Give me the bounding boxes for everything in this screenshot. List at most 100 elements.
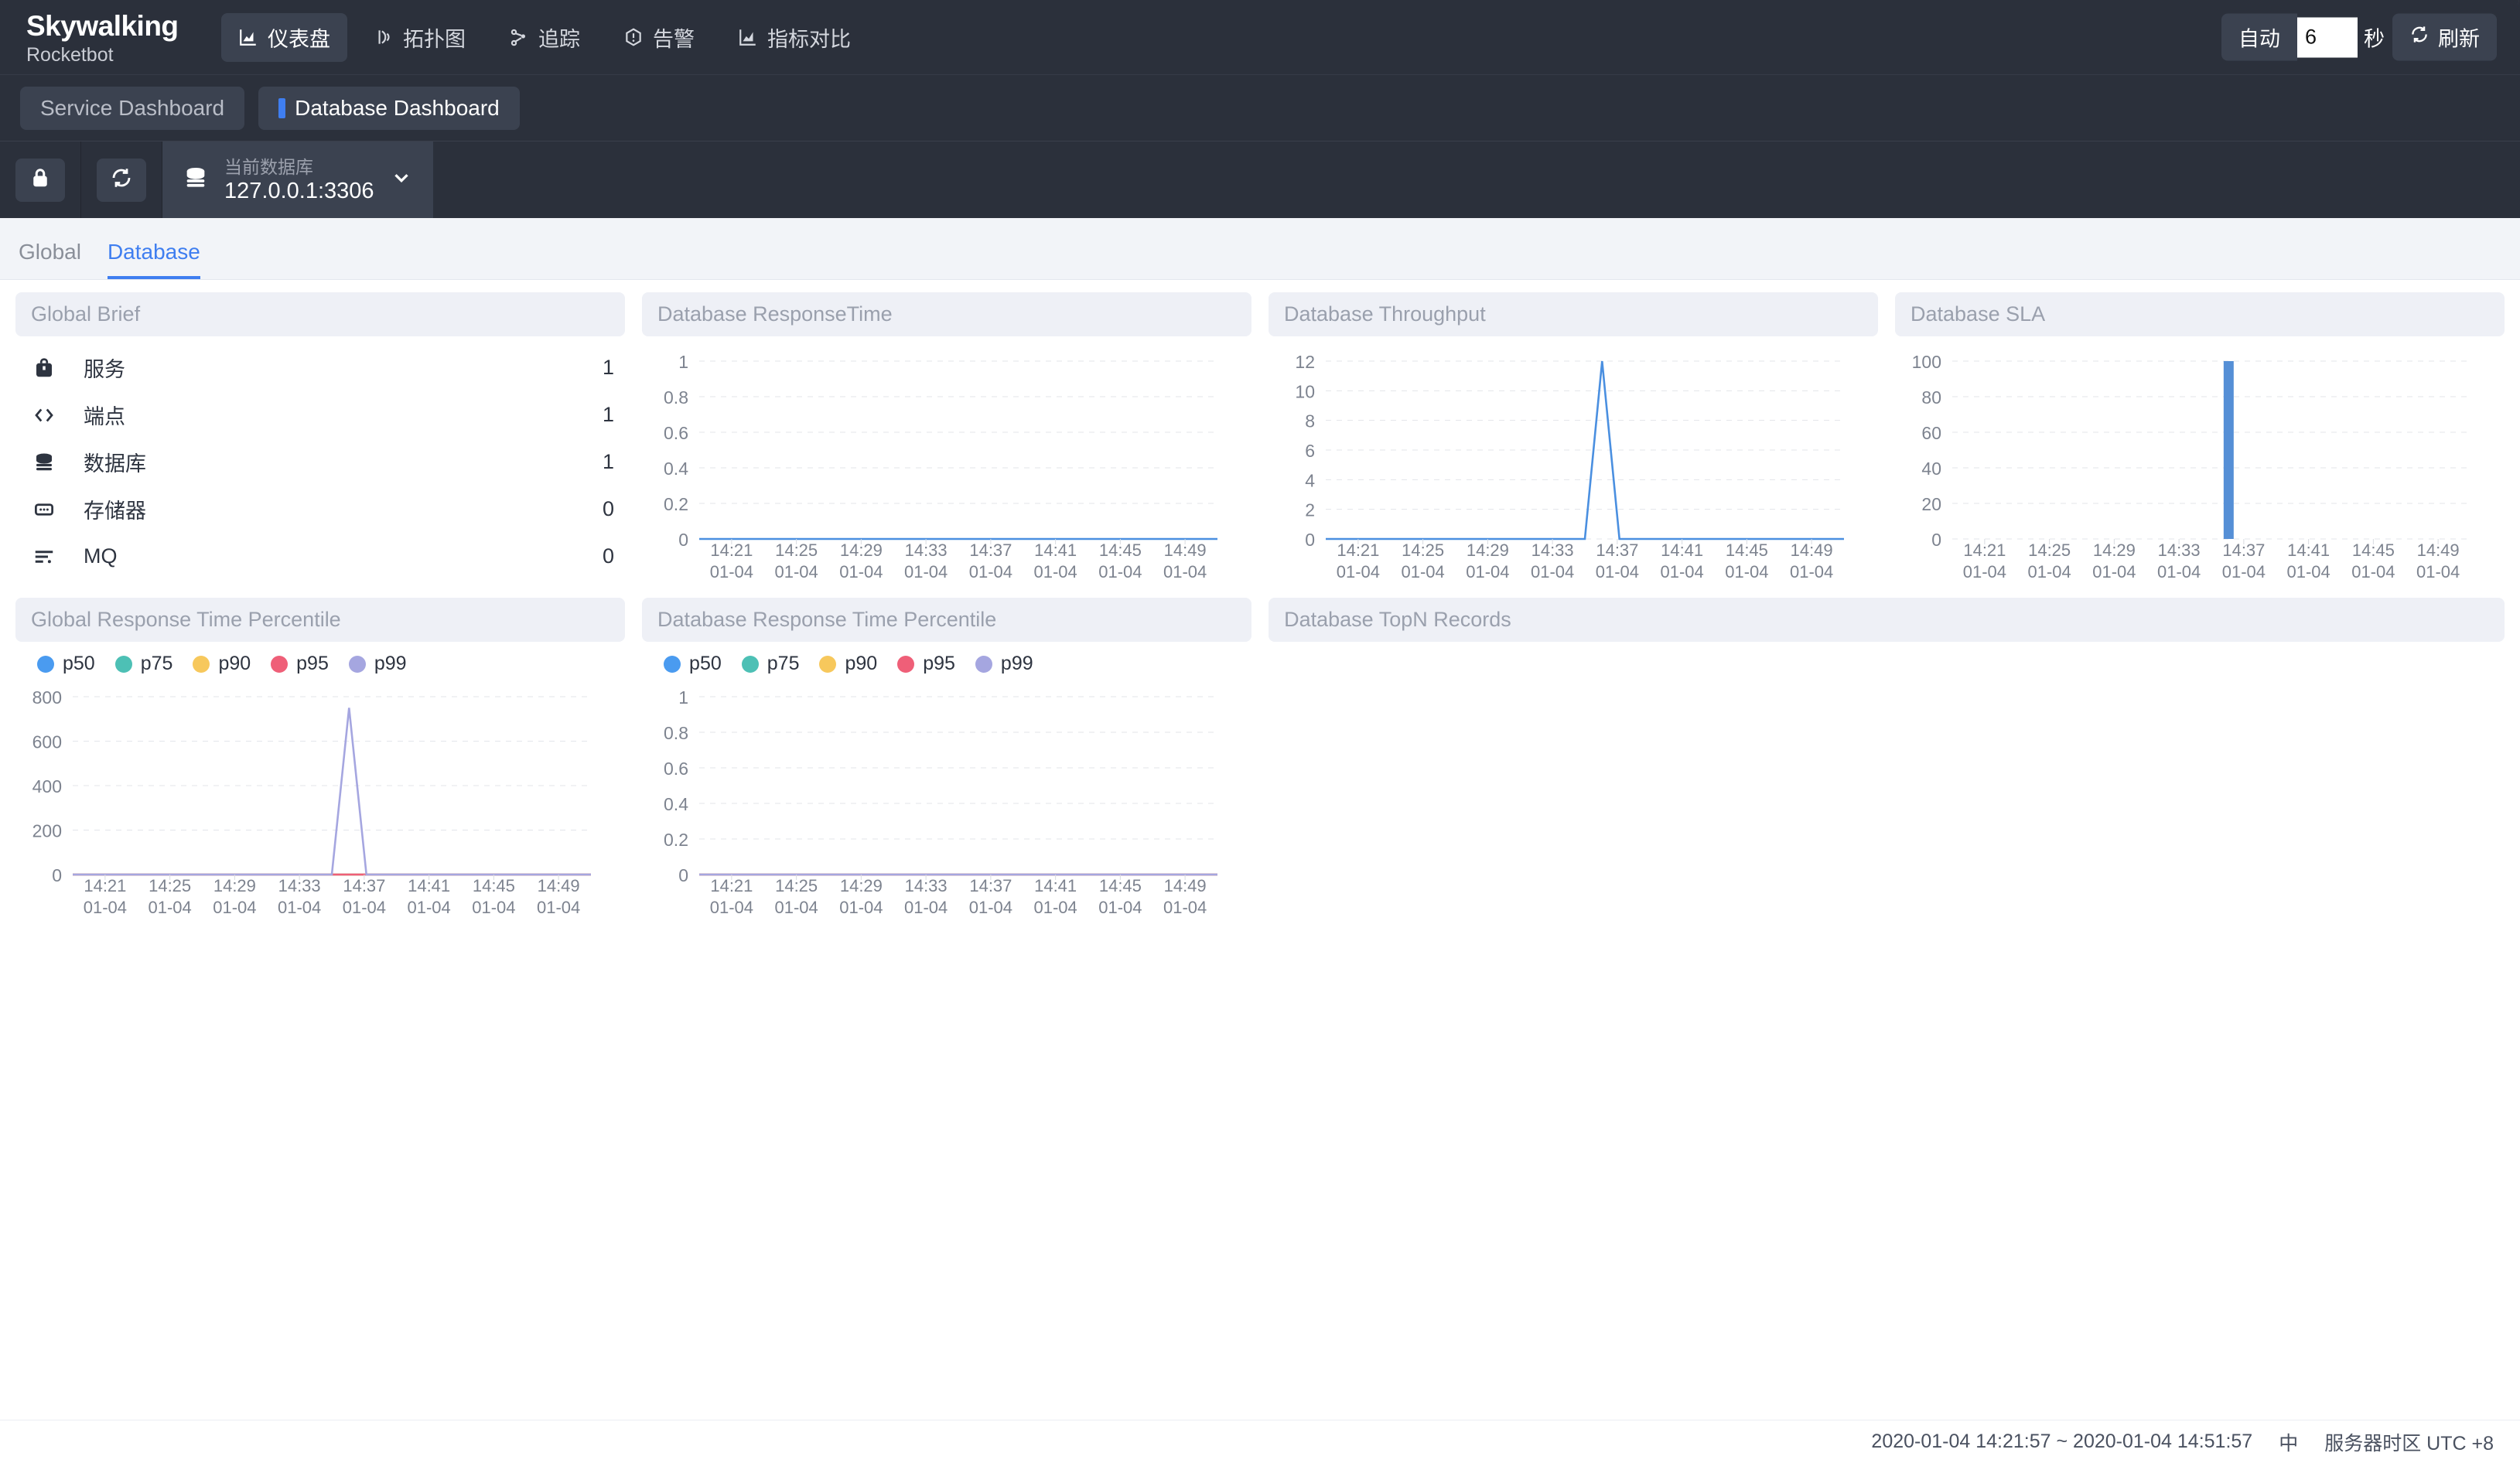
svg-text:01-04: 01-04	[1034, 898, 1077, 917]
chart-canvas: 020040060080014:2101-0414:2501-0414:2901…	[15, 680, 603, 922]
svg-text:01-04: 01-04	[1963, 562, 2006, 581]
nav-label: 指标对比	[767, 22, 851, 53]
svg-text:14:49: 14:49	[1791, 541, 1833, 560]
svg-text:14:29: 14:29	[2093, 541, 2136, 560]
legend-item-p95[interactable]: p95	[897, 653, 955, 675]
list-item-label: MQ	[84, 544, 118, 568]
svg-text:14:45: 14:45	[1726, 541, 1768, 560]
database-selector[interactable]: 当前数据库 127.0.0.1:3306	[162, 142, 433, 218]
legend-item-p90[interactable]: p90	[819, 653, 877, 675]
reload-cell	[81, 142, 162, 218]
svg-text:200: 200	[32, 821, 62, 841]
dashboard-tab-database[interactable]: Database Dashboard	[258, 87, 520, 130]
list-item[interactable]: 存储器 0	[15, 486, 625, 533]
legend-item-p75[interactable]: p75	[742, 653, 800, 675]
tab-database[interactable]: Database	[108, 239, 200, 279]
chart-database-responsetime[interactable]: 00.20.40.60.8114:2101-0414:2501-0414:290…	[642, 336, 1251, 587]
svg-text:4: 4	[1305, 470, 1315, 490]
svg-text:40: 40	[1921, 459, 1941, 479]
dashboard-tab-service[interactable]: Service Dashboard	[20, 87, 244, 130]
chart-database-sla[interactable]: 02040608010014:2101-0414:2501-0414:2901-…	[1895, 336, 2505, 587]
database-selector-value: 127.0.0.1:3306	[224, 178, 374, 204]
svg-text:01-04: 01-04	[904, 898, 948, 917]
svg-text:01-04: 01-04	[775, 898, 818, 917]
svg-text:0: 0	[1305, 530, 1315, 550]
legend-item-p90[interactable]: p90	[193, 653, 251, 675]
legend-item-p99[interactable]: p99	[349, 653, 407, 675]
nav-label: 仪表盘	[268, 22, 330, 53]
auto-button[interactable]: 自动	[2221, 14, 2297, 61]
svg-text:14:33: 14:33	[278, 876, 321, 895]
svg-text:14:25: 14:25	[2028, 541, 2071, 560]
nav-item-dashboard[interactable]: 仪表盘	[221, 13, 347, 62]
svg-text:01-04: 01-04	[969, 898, 1012, 917]
seconds-unit-label: 秒	[2364, 22, 2385, 53]
nav-item-topology[interactable]: 拓扑图	[357, 13, 483, 62]
nav-item-compare[interactable]: 指标对比	[721, 13, 868, 62]
nav-item-trace[interactable]: 追踪	[492, 13, 597, 62]
svg-text:14:49: 14:49	[1164, 541, 1207, 560]
brand-subtitle: Rocketbot	[26, 43, 192, 66]
legend-dot-icon	[349, 656, 366, 673]
legend-dot-icon	[897, 656, 914, 673]
language-toggle[interactable]: 中	[2279, 1428, 2298, 1456]
list-item-label: 端点	[84, 400, 125, 430]
svg-text:01-04: 01-04	[407, 898, 450, 917]
list-item-value: 0	[603, 544, 614, 568]
svg-text:01-04: 01-04	[839, 898, 883, 917]
reload-button[interactable]	[97, 159, 146, 202]
legend-item-p50[interactable]: p50	[664, 653, 722, 675]
svg-text:10: 10	[1295, 381, 1315, 401]
svg-text:14:49: 14:49	[2417, 541, 2460, 560]
chart-database-throughput[interactable]: 02468101214:2101-0414:2501-0414:2901-041…	[1269, 336, 1878, 587]
svg-text:14:25: 14:25	[775, 876, 818, 895]
tab-global[interactable]: Global	[19, 239, 81, 279]
chevron-down-icon[interactable]	[390, 166, 413, 193]
svg-text:01-04: 01-04	[1725, 562, 1768, 581]
panel-title: Database TopN Records	[1269, 598, 2505, 642]
auto-refresh-controls: 自动 秒 刷新	[2221, 14, 2497, 61]
panel-global-brief: Global Brief 服务 1 端点 1	[15, 292, 625, 587]
chart-canvas: 00.20.40.60.8114:2101-0414:2501-0414:290…	[642, 344, 1230, 587]
active-indicator-icon	[278, 98, 285, 118]
svg-text:01-04: 01-04	[904, 562, 948, 581]
chart-database-response-percentile[interactable]: 00.20.40.60.8114:2101-0414:2501-0414:290…	[642, 680, 1251, 922]
refresh-label: 刷新	[2438, 22, 2480, 53]
svg-text:14:25: 14:25	[775, 541, 818, 560]
svg-text:14:45: 14:45	[1099, 541, 1142, 560]
legend-dot-icon	[975, 656, 992, 673]
lock-button[interactable]	[15, 159, 65, 202]
legend-item-p95[interactable]: p95	[271, 653, 329, 675]
time-range-label: 2020-01-04 14:21:57 ~ 2020-01-04 14:51:5…	[1871, 1431, 2252, 1453]
svg-text:14:25: 14:25	[1402, 541, 1444, 560]
legend-dot-icon	[819, 656, 836, 673]
legend-item-p99[interactable]: p99	[975, 653, 1033, 675]
panel-title: Database ResponseTime	[642, 292, 1251, 336]
panel-title: Global Response Time Percentile	[15, 598, 625, 642]
legend-item-p50[interactable]: p50	[37, 653, 95, 675]
list-item[interactable]: 数据库 1	[15, 438, 625, 486]
chart-global-response-percentile[interactable]: 020040060080014:2101-0414:2501-0414:2901…	[15, 680, 625, 922]
list-item[interactable]: 端点 1	[15, 391, 625, 438]
svg-text:14:37: 14:37	[2222, 541, 2265, 560]
svg-text:0.8: 0.8	[664, 387, 688, 408]
panel-database-sla: Database SLA 02040608010014:2101-0414:25…	[1895, 292, 2505, 587]
refresh-interval-input[interactable]	[2297, 17, 2358, 57]
board-row-2: Global Response Time Percentile p50 p75 …	[15, 598, 2505, 1075]
legend-item-p75[interactable]: p75	[115, 653, 173, 675]
svg-text:14:41: 14:41	[408, 876, 450, 895]
list-item[interactable]: MQ 0	[15, 533, 625, 580]
svg-text:01-04: 01-04	[2092, 562, 2136, 581]
panel-title: Database Response Time Percentile	[642, 598, 1251, 642]
panel-database-response-percentile: Database Response Time Percentile p50 p7…	[642, 598, 1251, 1075]
svg-text:0.2: 0.2	[664, 830, 688, 850]
svg-text:14:41: 14:41	[2287, 541, 2330, 560]
nav-item-alarm[interactable]: 告警	[606, 13, 712, 62]
refresh-button[interactable]: 刷新	[2392, 14, 2497, 61]
panel-title: Database Throughput	[1269, 292, 1878, 336]
panel-global-response-percentile: Global Response Time Percentile p50 p75 …	[15, 598, 625, 1075]
svg-text:14:29: 14:29	[840, 541, 883, 560]
legend-database-percentile: p50 p75 p90 p95 p99	[642, 642, 1251, 680]
list-item[interactable]: 服务 1	[15, 344, 625, 391]
dashboard-tab-label: Database Dashboard	[295, 96, 500, 121]
